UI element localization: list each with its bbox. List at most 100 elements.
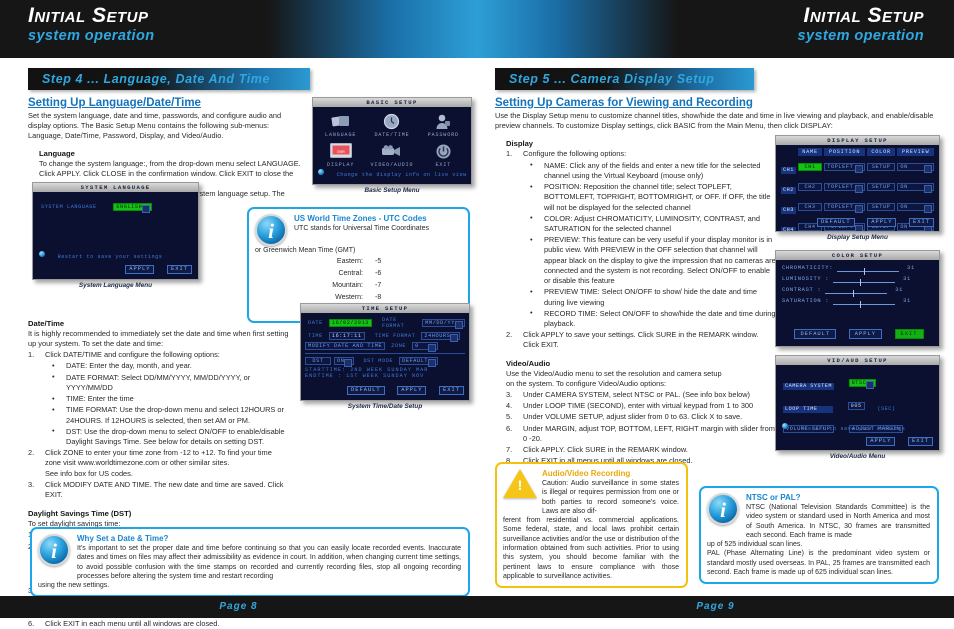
color-setup-button[interactable]: SETUP	[866, 183, 896, 191]
datetime-steps-3: 3. Click MODIFY DATE AND TIME. The new da…	[28, 479, 284, 500]
table-row: Central: -6	[257, 269, 459, 279]
default-button[interactable]: DEFAULT	[816, 217, 855, 227]
step-num: 5.	[506, 412, 513, 422]
utc-value: -7	[375, 281, 382, 289]
table-header-row: NAME POSITION COLOR PREVIEW	[780, 147, 935, 157]
default-button[interactable]: DEFAULT	[794, 329, 837, 339]
position-select[interactable]: TOPLEFT	[824, 183, 865, 193]
color-setup-button[interactable]: SETUP	[866, 163, 896, 171]
utc-value: -5	[375, 258, 382, 266]
manual-spread: Initial Setup system operation Step 4 ..…	[0, 0, 954, 628]
basic-setup-hint: Change the display info on live view	[336, 172, 467, 178]
display-step2: Click APPLY to save your settings. Click…	[523, 330, 759, 350]
datetime-steps-2: 2. Click ZONE to enter your time zone fro…	[28, 448, 272, 468]
apply-button[interactable]: APPLY	[867, 217, 897, 227]
apply-button[interactable]: APPLY	[125, 264, 155, 274]
exit-button[interactable]: EXIT	[908, 436, 933, 446]
audio-video-caution-box: ! Audio/Video Recording Caution: Audio s…	[495, 462, 688, 589]
date-label: DATE	[308, 320, 323, 326]
channel-name-field[interactable]: CH2	[797, 183, 823, 191]
slider-contrast[interactable]: CONTRAST : 31	[782, 287, 933, 297]
display-bullet: NAME: Click any of the fields and enter …	[544, 160, 761, 180]
dst-value[interactable]: ON	[334, 357, 355, 367]
menu-item-datetime[interactable]: DATE/TIME	[366, 111, 417, 141]
time-format-value[interactable]: 24HOURS	[421, 332, 461, 342]
info-icon-wrap: i	[255, 214, 289, 246]
shot-title: DISPLAY SETUP	[776, 136, 939, 145]
step-num: 6.	[506, 423, 513, 433]
apply-button[interactable]: APPLY	[397, 385, 427, 395]
menu-item-language[interactable]: LANGUAGE	[315, 111, 366, 141]
display-setup-menu-shot: DISPLAY SETUP NAME POSITION COLOR PREVIE…	[775, 135, 940, 241]
utc-value: -8	[375, 293, 382, 301]
user-lock-icon	[418, 113, 469, 130]
why-date-time-info-box: i Why Set a Date & Time? It's important …	[30, 527, 470, 598]
info-icon: i	[707, 493, 739, 525]
info-icon: i	[38, 534, 70, 566]
shot-caption: System Time/Date Setup	[347, 403, 423, 410]
slider-value: 31	[903, 298, 911, 304]
display-bullet: COLOR: Adjust CHROMATICITY, LUMINOSITY, …	[544, 213, 761, 233]
power-icon	[418, 143, 469, 160]
loop-time-label: LOOP TIME	[783, 405, 833, 413]
shot-caption: Video/Audio Menu	[829, 453, 886, 460]
basic-setup-menu-shot: BASIC SETUP LANGUAGE DATE/TIME PASSWORD …	[312, 97, 472, 194]
ntsc-box-title: NTSC or PAL?	[746, 493, 801, 502]
camera-system-select[interactable]: NTSC	[848, 378, 877, 389]
left-intro: Set the system language, date and time, …	[28, 111, 282, 141]
datetime-bullet: TIME FORMAT: Use the drop-down menu and …	[66, 405, 284, 425]
page-subtitle: system operation	[797, 28, 924, 45]
default-button[interactable]: DEFAULT	[346, 385, 385, 395]
monitor-icon: DVR	[315, 143, 366, 160]
color-setup-menu-shot: COLOR SETUP CHROMATICITY: 31 LUMINOSITY …	[775, 250, 940, 347]
exit-button[interactable]: EXIT	[439, 385, 464, 395]
exit-button[interactable]: EXIT	[894, 329, 924, 339]
menu-item-label: LANGUAGE	[325, 132, 357, 138]
ntsc-pal-info-box: i NTSC or PAL? NTSC (National Television…	[699, 486, 939, 585]
slider-chromaticity[interactable]: CHROMATICITY: 31	[782, 265, 933, 275]
preview-select[interactable]: ON	[897, 163, 934, 173]
shot-title: BASIC SETUP	[313, 98, 471, 107]
info-icon-wrap: i	[38, 534, 72, 581]
date-format-value[interactable]: MM/DD/YY	[422, 319, 465, 329]
why-box-title: Why Set a Date & Time?	[77, 534, 169, 543]
why-box-text: It's important to set the proper date an…	[77, 545, 461, 580]
slider-saturation[interactable]: SATURATION : 31	[782, 298, 933, 308]
caution-box-text: Caution: Audio surveillance in some stat…	[542, 480, 679, 515]
exit-button[interactable]: EXIT	[909, 217, 934, 227]
right-section-head: Setting Up Cameras for Viewing and Recor…	[495, 97, 753, 109]
table-row: Eastern: -5	[257, 257, 459, 267]
time-value[interactable]: 16:17:11	[328, 332, 365, 340]
apply-button[interactable]: APPLY	[866, 436, 896, 446]
display-bullet: PREVIEW TIME: Select ON/OFF to show/ hid…	[544, 287, 758, 307]
position-select[interactable]: TOPLEFT	[824, 163, 865, 173]
channel-tag: CH1	[781, 166, 796, 174]
video-audio-menu-shot: VID/AUD SETUP CAMERA SYSTEM NTSC LOOP TI…	[775, 355, 940, 460]
dst-mode-value[interactable]: DEFAULT	[399, 357, 439, 367]
menu-item-password[interactable]: PASSWORD	[418, 111, 469, 141]
zone-value[interactable]: 0	[412, 342, 439, 352]
loop-time-value[interactable]: 005	[847, 401, 865, 410]
menu-item-label: DATE/TIME	[374, 132, 410, 138]
globe-icon	[318, 168, 324, 175]
date-value[interactable]: 16/02/2013	[328, 319, 372, 327]
datetime-step2: Click ZONE to enter your time zone from …	[45, 448, 272, 468]
left-page-footer: Page 8	[0, 596, 477, 618]
modify-date-time-button[interactable]: MODIFY DATE AND TIME	[305, 342, 386, 350]
step-text: Under LOOP TIME (SECOND), enter with vir…	[523, 401, 754, 411]
preview-select[interactable]: ON	[897, 183, 934, 193]
slider-label: CHROMATICITY:	[782, 265, 834, 271]
channel-name-field[interactable]: CH1	[797, 163, 823, 171]
slider-luminosity[interactable]: LUMINOSITY : 31	[782, 276, 933, 286]
slider-value: 31	[903, 276, 911, 282]
page-number: Page 9	[696, 601, 735, 612]
dst-head: Daylight Savings Time (DST)	[28, 509, 132, 519]
apply-button[interactable]: APPLY	[848, 329, 882, 339]
exit-button[interactable]: EXIT	[167, 264, 192, 274]
system-language-value[interactable]: ENGLISH	[113, 202, 153, 213]
display-step1: Configure the following options:	[523, 149, 627, 159]
display-bullet: POSITION: Reposition the channel title; …	[544, 182, 771, 212]
caution-box-text-after: ferent from residential vs. commercial a…	[503, 517, 679, 580]
svg-text:DVR: DVR	[337, 151, 345, 155]
step-text: Under CAMERA SYSTEM, select NTSC or PAL.…	[523, 390, 751, 400]
